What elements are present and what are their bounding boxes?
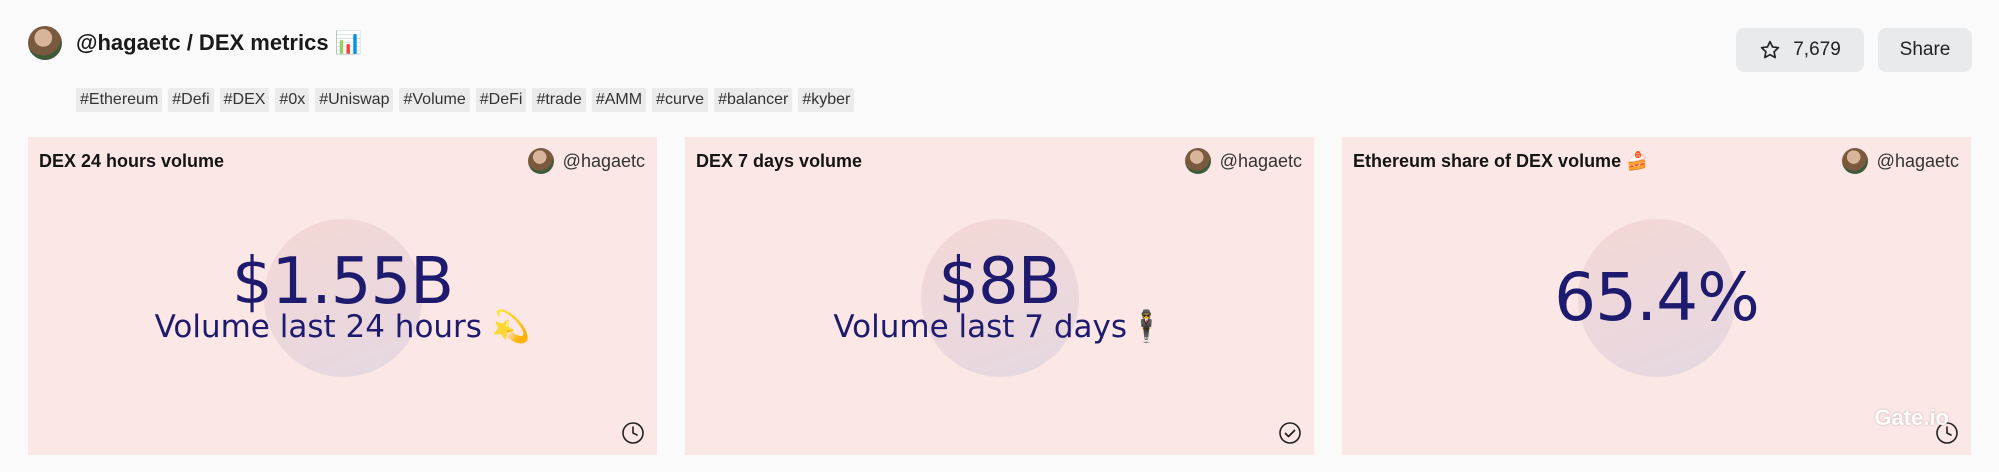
tag[interactable]: #kyber xyxy=(798,88,855,112)
tag[interactable]: #curve xyxy=(652,88,709,112)
author-avatar xyxy=(1841,148,1868,174)
dashboard-title: @hagaetc / DEX metrics 📊 xyxy=(76,30,363,55)
author-avatar xyxy=(527,148,554,174)
author-name: @hagaetc xyxy=(1219,150,1302,171)
card-title: DEX 24 hours volume xyxy=(39,151,225,171)
star-count: 7,679 xyxy=(1793,39,1841,60)
metric-cards: DEX 24 hours volume @hagaetc $1.55B Volu… xyxy=(28,137,1971,455)
share-button[interactable]: Share xyxy=(1878,28,1972,72)
author-avatar[interactable] xyxy=(28,26,62,60)
author-name: @hagaetc xyxy=(562,150,645,171)
tag[interactable]: #Uniswap xyxy=(315,88,394,112)
metric-card[interactable]: DEX 24 hours volume @hagaetc $1.55B Volu… xyxy=(28,137,657,455)
check-circle-icon[interactable] xyxy=(1278,421,1302,445)
card-title: DEX 7 days volume xyxy=(696,151,863,171)
gate-watermark: Gate.io xyxy=(1874,405,1949,431)
clock-icon[interactable] xyxy=(621,421,645,445)
card-author[interactable]: @hagaetc xyxy=(1184,148,1302,174)
tag[interactable]: #Ethereum xyxy=(76,88,163,112)
watermark-text: Gate.io xyxy=(1874,405,1949,430)
metric-subtitle: Volume last 7 days🕴 xyxy=(833,309,1166,345)
star-button[interactable]: 7,679 xyxy=(1736,28,1864,72)
star-icon xyxy=(1759,39,1781,61)
tag[interactable]: #AMM xyxy=(591,88,647,112)
card-author[interactable]: @hagaetc xyxy=(1841,148,1959,174)
tag[interactable]: #trade xyxy=(532,88,586,112)
tag[interactable]: #Defi xyxy=(168,88,214,112)
tag[interactable]: #Volume xyxy=(399,88,470,112)
metric-subtitle: Volume last 24 hours 💫 xyxy=(154,309,531,345)
tag[interactable]: #balancer xyxy=(714,88,793,112)
metric-value: 65.4% xyxy=(1554,259,1760,336)
card-title: Ethereum share of DEX volume 🍰 xyxy=(1353,151,1649,171)
card-author[interactable]: @hagaetc xyxy=(527,148,645,174)
header-actions: 7,679 Share xyxy=(1736,28,1972,72)
dashboard-header: @hagaetc / DEX metrics 📊 xyxy=(28,26,362,60)
tag-list: #Ethereum #Defi #DEX #0x #Uniswap #Volum… xyxy=(76,88,855,112)
author-avatar xyxy=(1184,148,1211,174)
tag[interactable]: #0x xyxy=(275,88,310,112)
tag[interactable]: #DeFi xyxy=(475,88,527,112)
metric-card[interactable]: DEX 7 days volume @hagaetc $8B Volume la… xyxy=(685,137,1314,455)
author-name: @hagaetc xyxy=(1876,150,1959,171)
tag[interactable]: #DEX xyxy=(219,88,270,112)
metric-card[interactable]: Ethereum share of DEX volume 🍰 @hagaetc … xyxy=(1342,137,1971,455)
